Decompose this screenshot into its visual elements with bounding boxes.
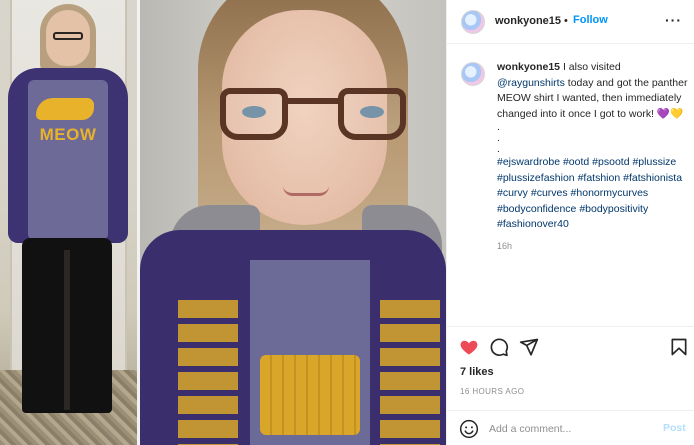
separator-dot: • — [564, 15, 568, 27]
caption-dot: . — [497, 143, 500, 155]
caption-timestamp[interactable]: 16h — [497, 239, 691, 255]
avatar[interactable] — [461, 10, 485, 34]
photo-selfie — [140, 0, 446, 445]
glasses-left-lens — [220, 88, 288, 140]
panther-graphic — [36, 98, 94, 120]
follow-button[interactable]: Follow — [573, 14, 608, 26]
post-media[interactable]: MEOW — [0, 0, 446, 445]
username-link[interactable]: wonkyone15 — [495, 15, 561, 27]
post-header: wonkyone15 • Follow ··· — [447, 0, 694, 44]
more-icon[interactable]: ··· — [665, 12, 682, 28]
hashtag-link[interactable]: #bodypositivity — [579, 203, 648, 215]
likes-count[interactable]: 7 likes — [460, 366, 494, 378]
caption-dot: . — [497, 121, 500, 133]
bookmark-icon[interactable] — [669, 337, 689, 357]
action-bar — [447, 326, 694, 366]
hashtag-link[interactable]: #fatshion — [578, 172, 621, 184]
leg-gap — [64, 250, 70, 410]
caption-dot: . — [497, 132, 500, 144]
hoodie-lettering-left — [178, 300, 238, 445]
post-details-panel: wonkyone15 • Follow ··· wonkyone15 I als… — [446, 0, 694, 445]
hashtag-link[interactable]: #bodyconfidence — [497, 203, 576, 215]
comment-bar: Post — [447, 410, 694, 445]
post-comment-button[interactable]: Post — [663, 422, 686, 434]
post-timestamp[interactable]: 16 HOURS AGO — [460, 387, 524, 396]
shirt-text: MEOW — [39, 125, 97, 144]
smile — [283, 186, 329, 196]
caption: wonkyone15 I also visited @raygunshirts … — [497, 60, 691, 254]
glasses-right-lens — [338, 88, 406, 140]
hashtag-link[interactable]: #curves — [531, 187, 568, 199]
share-icon[interactable] — [519, 337, 539, 357]
hashtag-link[interactable]: #psootd — [592, 156, 629, 168]
glasses-bridge — [286, 98, 340, 104]
comment-input[interactable] — [489, 420, 649, 438]
hashtag-link[interactable]: #ejswardrobe — [497, 156, 560, 168]
emoji-icon[interactable] — [459, 419, 479, 439]
caption-username[interactable]: wonkyone15 — [497, 61, 560, 73]
glasses — [53, 32, 83, 40]
photo-full-body: MEOW — [0, 0, 137, 445]
hashtag-link[interactable]: #honormycurves — [571, 187, 649, 199]
hashtag-link[interactable]: #plussizefashion — [497, 172, 575, 184]
hoodie-lettering-right — [380, 300, 440, 445]
hashtag-link[interactable]: #curvy — [497, 187, 528, 199]
comment-icon[interactable] — [489, 337, 509, 357]
caption-text: I also visited — [560, 61, 621, 73]
heart-icon[interactable] — [459, 337, 479, 357]
avatar[interactable] — [461, 62, 485, 86]
panther-graphic — [260, 355, 360, 435]
hashtag-link[interactable]: #fatshionista — [623, 172, 682, 184]
hashtag-link[interactable]: #ootd — [563, 156, 589, 168]
mention-link[interactable]: @raygunshirts — [497, 77, 565, 89]
hashtag-link[interactable]: #plussize — [632, 156, 676, 168]
hashtag-link[interactable]: #fashionover40 — [497, 218, 569, 230]
